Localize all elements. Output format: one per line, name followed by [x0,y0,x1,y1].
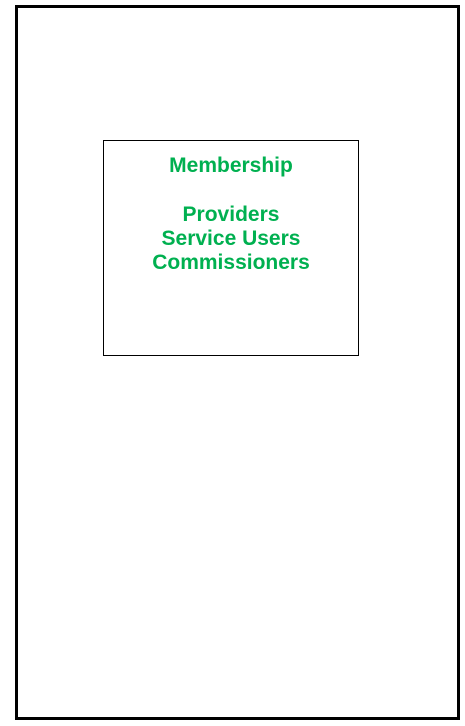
member-commissioners: Commissioners [152,251,310,274]
membership-heading: Membership [169,154,293,177]
member-list: Providers Service Users Commissioners [104,203,358,275]
membership-box: Membership Providers Service Users Commi… [103,140,359,356]
member-service-users: Service Users [161,227,301,250]
outer-frame [15,5,460,720]
member-providers: Providers [182,203,280,226]
